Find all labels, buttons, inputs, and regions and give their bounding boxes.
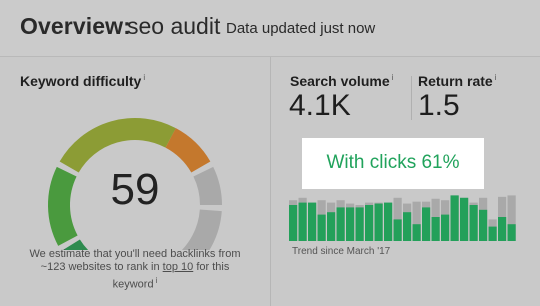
- trend-bar-clicks: [374, 203, 383, 241]
- trend-bar: [450, 195, 459, 241]
- trend-bar-clicks: [488, 226, 497, 241]
- trend-chart: [289, 195, 516, 241]
- trend-bar-clicks: [365, 205, 374, 241]
- return-rate-value: 1.5: [418, 89, 460, 122]
- trend-bar: [384, 202, 393, 241]
- trend-bar: [308, 202, 317, 241]
- gauge-segment-5: [193, 166, 222, 206]
- gauge-segment-2: [48, 166, 78, 246]
- trend-bar-clicks: [469, 205, 478, 241]
- trend-bar-clicks: [346, 207, 355, 241]
- trend-bar: [393, 197, 402, 241]
- trend-bar: [412, 201, 421, 241]
- keyword-query: seo audit: [127, 13, 221, 39]
- trend-bar-clicks: [298, 202, 307, 241]
- return-rate-title: Return rate: [418, 73, 493, 89]
- trend-bar: [298, 197, 307, 241]
- difficulty-score: 59: [110, 165, 160, 214]
- trend-bar-clicks: [384, 202, 393, 241]
- trend-bar: [346, 203, 355, 241]
- estimate-info-icon[interactable]: i: [156, 276, 158, 285]
- trend-bar: [336, 200, 345, 241]
- trend-bar: [469, 202, 478, 241]
- trend-bar: [355, 205, 364, 241]
- trend-bar-clicks: [460, 197, 469, 241]
- trend-caption: Trend since March '17: [292, 246, 391, 257]
- panel-divider: [270, 57, 271, 306]
- return-rate-label: Return rate i: [418, 73, 496, 89]
- trend-bar-clicks: [431, 217, 440, 241]
- trend-bar: [289, 200, 298, 241]
- trend-bar-clicks: [393, 219, 402, 241]
- top-10-link[interactable]: top 10: [163, 261, 194, 273]
- trend-bar-clicks: [289, 205, 298, 241]
- trend-bar: [374, 202, 383, 241]
- metric-separator: [411, 76, 412, 120]
- page-title: Overview:: [20, 13, 131, 39]
- data-updated-status: Data updated just now: [226, 20, 376, 37]
- backlinks-estimate: We estimate that you'll need backlinks f…: [25, 248, 245, 292]
- search-volume-label: Search volume i: [290, 73, 393, 89]
- trend-bar-clicks: [412, 224, 421, 241]
- page-header: Overview: seo audit Data updated just no…: [0, 0, 540, 57]
- trend-bar-clicks: [441, 214, 450, 241]
- gauge-segment-6: [181, 209, 222, 250]
- trend-bar-clicks: [498, 217, 507, 241]
- gauge-segment-3: [59, 118, 176, 173]
- search-volume-value: 4.1K: [289, 89, 351, 122]
- trend-bar-clicks: [479, 209, 488, 241]
- trend-bar: [403, 203, 412, 241]
- trend-bar-clicks: [355, 207, 364, 241]
- trend-bar: [507, 195, 516, 241]
- trend-bar-clicks: [317, 214, 326, 241]
- trend-bar: [479, 197, 488, 241]
- trend-bar-clicks: [507, 224, 516, 241]
- search-volume-info-icon[interactable]: i: [392, 73, 394, 82]
- trend-bar: [498, 196, 507, 241]
- trend-bar-clicks: [308, 202, 317, 241]
- keyword-difficulty-label: Keyword difficulty i: [20, 73, 145, 89]
- search-volume-title: Search volume: [290, 73, 390, 89]
- trend-bar-clicks: [422, 207, 431, 241]
- trend-bar: [460, 197, 469, 241]
- trend-bar: [441, 200, 450, 241]
- trend-bar: [488, 219, 497, 241]
- keyword-difficulty-info-icon[interactable]: i: [143, 73, 145, 82]
- trend-bar: [327, 202, 336, 241]
- trend-bar: [431, 198, 440, 241]
- keyword-difficulty-title: Keyword difficulty: [20, 73, 142, 89]
- trend-bar: [422, 201, 431, 241]
- return-rate-info-icon[interactable]: i: [495, 73, 497, 82]
- trend-bar-clicks: [327, 212, 336, 241]
- clicks-callout: With clicks 61%: [302, 138, 484, 189]
- trend-bar: [317, 200, 326, 241]
- trend-bar-clicks: [450, 195, 459, 241]
- gauge-segment-4: [165, 128, 211, 173]
- trend-bar-clicks: [336, 207, 345, 241]
- clicks-percentage: With clicks 61%: [326, 152, 460, 173]
- trend-bar-clicks: [403, 212, 412, 241]
- trend-bar: [365, 202, 374, 241]
